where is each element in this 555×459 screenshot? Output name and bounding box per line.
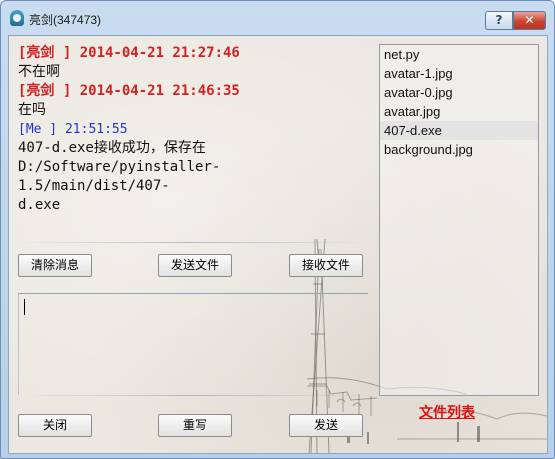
input-divider — [18, 395, 368, 396]
chat-history[interactable]: [亮剑 ] 2014-04-21 21:27:46 不在啊 [亮剑 ] 2014… — [18, 44, 368, 242]
help-button[interactable]: ? — [485, 11, 513, 30]
file-list-item[interactable]: avatar-0.jpg — [380, 83, 538, 102]
title-bar[interactable]: 亮剑(347473) ? ✕ — [1, 1, 554, 35]
message-text: 不在啊 — [18, 64, 60, 80]
message-header-me: [Me ] 21:51:55 — [18, 122, 128, 137]
chat-divider — [18, 242, 368, 243]
message-text: d.exe — [18, 197, 61, 213]
send-file-button[interactable]: 发送文件 — [158, 254, 232, 277]
file-list-label[interactable]: 文件列表 — [419, 402, 475, 422]
close-window-button[interactable]: ✕ — [513, 11, 546, 30]
message-header: [亮剑 ] 2014-04-21 21:27:46 — [18, 45, 240, 61]
message-text: 407-d.exe接收成功，保存在 — [18, 140, 206, 156]
send-button[interactable]: 发送 — [289, 414, 363, 437]
rewrite-button[interactable]: 重写 — [158, 414, 232, 437]
file-list-item[interactable]: background.jpg — [380, 140, 538, 159]
client-area: [亮剑 ] 2014-04-21 21:27:46 不在啊 [亮剑 ] 2014… — [8, 35, 548, 454]
file-list[interactable]: net.py avatar-1.jpg avatar-0.jpg avatar.… — [379, 44, 539, 396]
receive-file-button[interactable]: 接收文件 — [289, 254, 363, 277]
file-list-item-selected[interactable]: 407-d.exe — [380, 121, 538, 140]
chat-window: 亮剑(347473) ? ✕ [亮剑] 2014-04-21 21:27:46… — [0, 0, 555, 459]
text-caret — [24, 299, 25, 315]
file-list-item[interactable]: avatar-1.jpg — [380, 64, 538, 83]
clear-messages-button[interactable]: 清除消息 — [18, 254, 92, 277]
message-header: [亮剑 ] 2014-04-21 21:46:35 — [18, 83, 240, 99]
file-list-item[interactable]: avatar.jpg — [380, 102, 538, 121]
file-list-item[interactable]: net.py — [380, 45, 538, 64]
window-title: 亮剑(347473) — [29, 13, 102, 27]
message-text: D:/Software/pyinstaller-1.5/main/dist/40… — [18, 159, 221, 194]
message-input[interactable] — [18, 293, 368, 395]
message-text: 在吗 — [18, 102, 46, 118]
close-button[interactable]: 关闭 — [18, 414, 92, 437]
app-icon — [10, 10, 24, 26]
